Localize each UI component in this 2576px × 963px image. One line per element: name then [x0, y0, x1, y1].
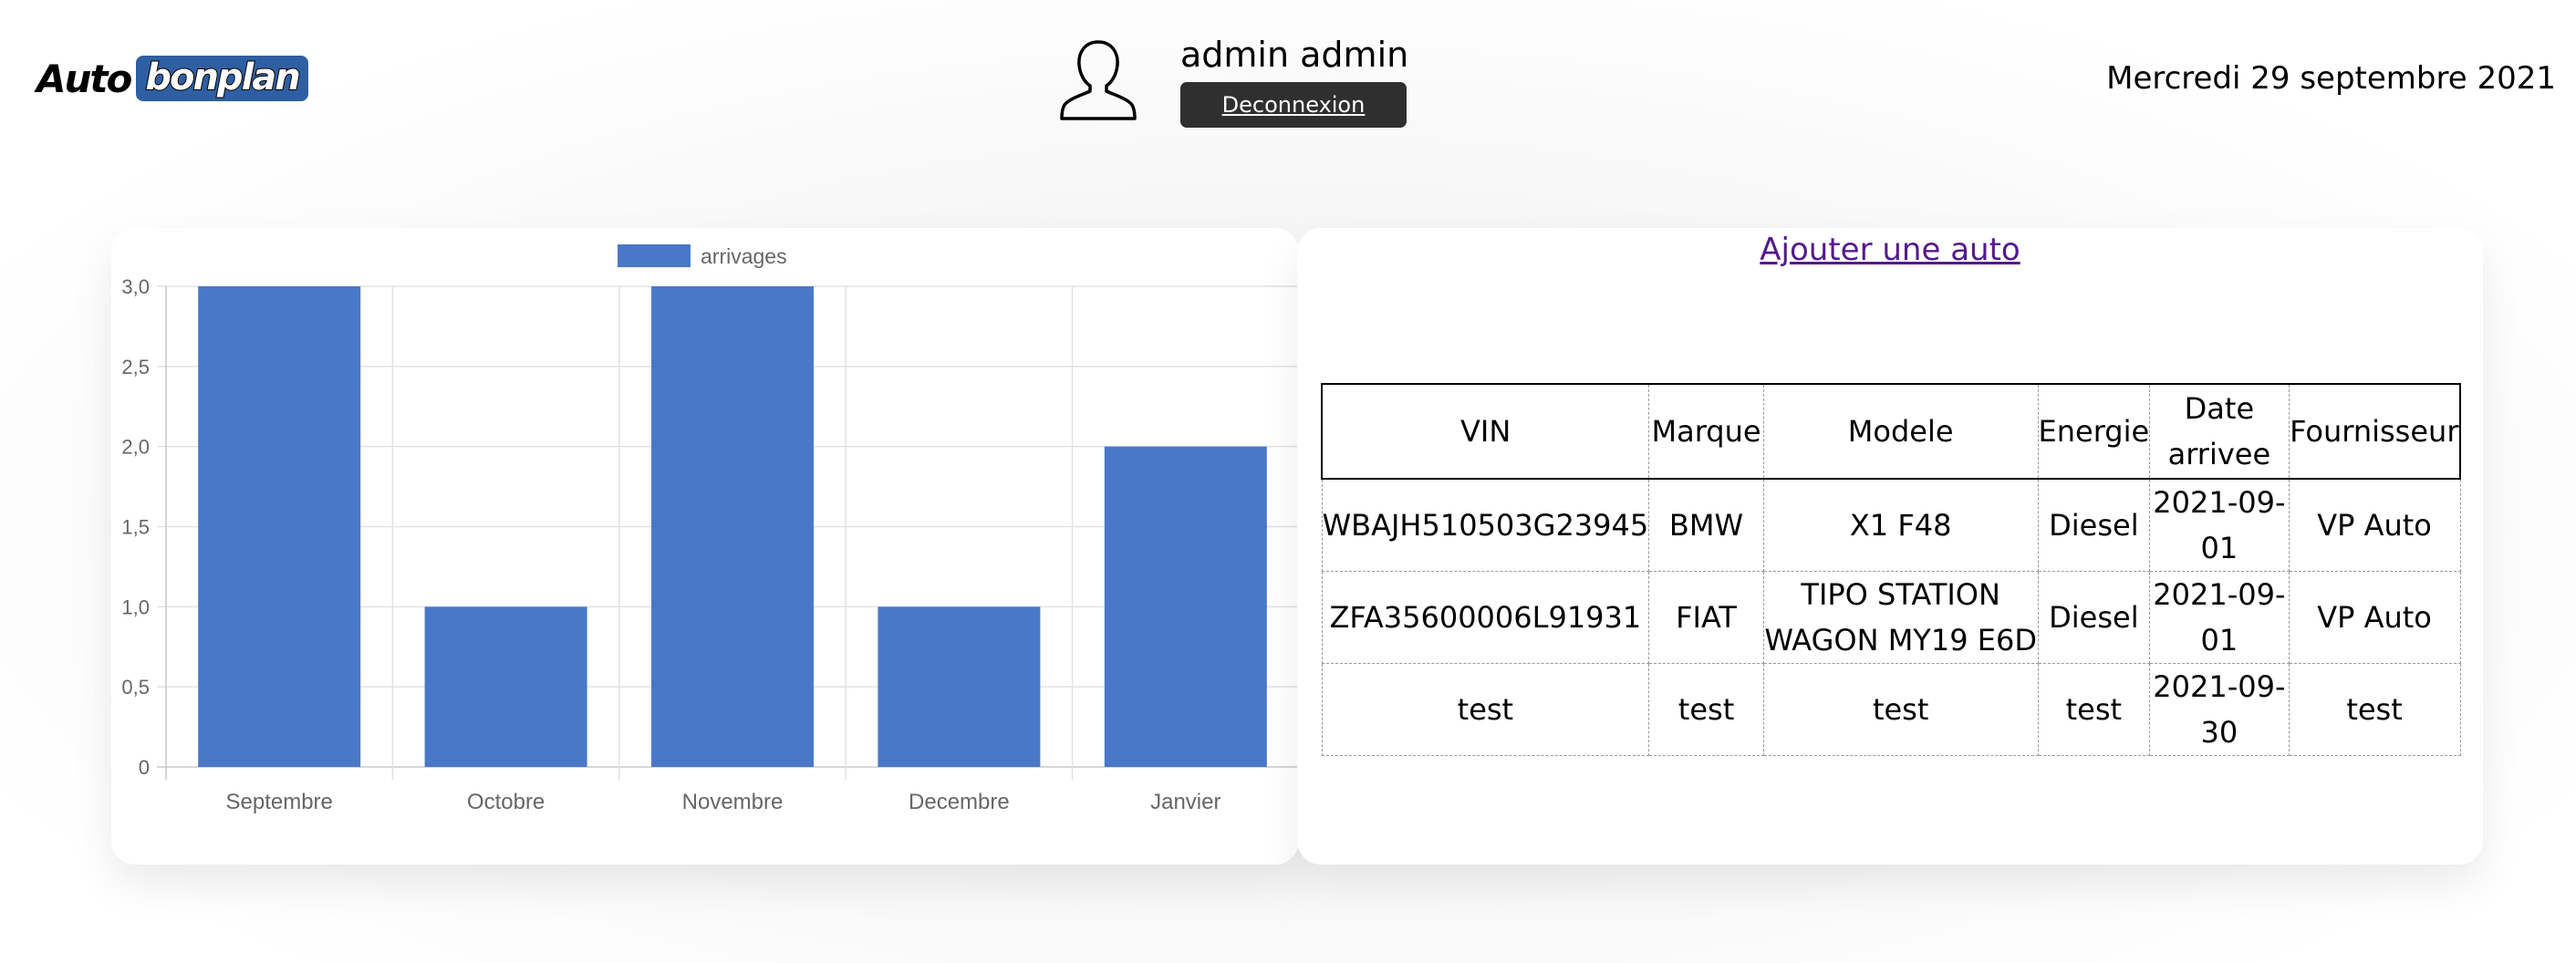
- cell-vin: test: [1321, 663, 1650, 756]
- cell-date-arrivee: 2021-09-01: [2149, 571, 2290, 664]
- y-tick-label: 2,0: [121, 436, 150, 459]
- cell-fournisseur: test: [2288, 663, 2461, 756]
- table-row: test test test test 2021-09-30 test: [1321, 663, 2461, 756]
- cell-energie: Diesel: [2037, 478, 2151, 572]
- cell-fournisseur: VP Auto: [2288, 571, 2461, 664]
- bar: [878, 606, 1041, 767]
- logo[interactable]: Auto bonplan: [36, 53, 308, 104]
- cell-modele: X1 F48: [1762, 478, 2039, 572]
- cars-table: VIN Marque Modele Energie Date arrivee F…: [1321, 383, 2461, 756]
- col-header-fournisseur: Fournisseur: [2288, 384, 2460, 479]
- bar: [424, 606, 587, 767]
- add-car-link-wrap: Ajouter une auto: [1297, 232, 2483, 268]
- cell-energie: Diesel: [2037, 571, 2151, 664]
- cell-marque: FIAT: [1648, 571, 1764, 664]
- y-tick-label: 1,0: [121, 595, 150, 618]
- col-header-date-arrivee: Date arrivee: [2149, 384, 2290, 479]
- x-tick-label: Decembre: [909, 790, 1010, 814]
- col-header-vin: VIN: [1459, 414, 1511, 449]
- add-car-link[interactable]: Ajouter une auto: [1760, 232, 2020, 268]
- arrivals-bar-chart: 0 0,5 1,0 1,5 2,0 2,5 3,0 Septembre Octobre Novem…: [121, 244, 1299, 814]
- y-tick-label: 0,5: [121, 676, 150, 699]
- table-header-row: VIN Marque Modele Energie Date arrivee F…: [1322, 384, 2460, 479]
- cell-fournisseur: VP Auto: [2288, 478, 2461, 572]
- current-date: Mercredi 29 septembre 2021: [2106, 60, 2556, 97]
- table-row: ZFA35600006L91931 FIAT TIPO STATION WAGO…: [1321, 571, 2461, 664]
- col-header-energie: Energie: [2037, 384, 2150, 479]
- x-tick-label: Septembre: [225, 790, 332, 814]
- bar: [651, 286, 814, 767]
- bar: [1104, 446, 1267, 767]
- y-tick-label: 1,5: [121, 516, 150, 539]
- cell-vin: ZFA35600006L91931: [1321, 571, 1650, 664]
- cell-date-arrivee: 2021-09-01: [2149, 478, 2290, 572]
- logo-text-auto: Auto: [36, 56, 132, 101]
- legend-swatch: [618, 244, 691, 267]
- x-tick-label: Novembre: [682, 790, 784, 814]
- cell-marque: test: [1648, 663, 1764, 756]
- col-header-marque: Marque: [1648, 384, 1764, 479]
- table-card: Ajouter une auto VIN Marque Modele Energ…: [1297, 228, 2483, 865]
- user-silhouette-icon: [1060, 40, 1137, 120]
- cell-vin: WBAJH510503G23945: [1321, 478, 1650, 572]
- col-header-modele: Modele: [1762, 384, 2039, 479]
- cell-modele: test: [1762, 663, 2039, 756]
- cell-date-arrivee: 2021-09-30: [2149, 663, 2290, 756]
- logout-button[interactable]: Deconnexion: [1180, 82, 1407, 128]
- table-row: WBAJH510503G23945 BMW X1 F48 Diesel 2021…: [1321, 478, 2461, 572]
- x-tick-label: Octobre: [467, 790, 545, 814]
- logo-text-bonplan: bonplan: [144, 56, 301, 99]
- logo-badge: bonplan: [136, 56, 308, 101]
- y-tick-label: 2,5: [121, 356, 150, 378]
- user-name: admin admin: [1180, 35, 1409, 75]
- x-tick-label: Janvier: [1150, 790, 1220, 814]
- legend-label: arrivages: [701, 244, 787, 268]
- cell-marque: BMW: [1648, 478, 1764, 572]
- cell-energie: test: [2037, 663, 2151, 756]
- chart-card: 0 0,5 1,0 1,5 2,0 2,5 3,0 Septembre Octobre Novem…: [111, 228, 1299, 865]
- cell-modele: TIPO STATION WAGON MY19 E6D: [1762, 571, 2039, 664]
- y-tick-label: 0: [139, 756, 150, 779]
- bar: [198, 286, 361, 767]
- y-tick-label: 3,0: [121, 275, 150, 298]
